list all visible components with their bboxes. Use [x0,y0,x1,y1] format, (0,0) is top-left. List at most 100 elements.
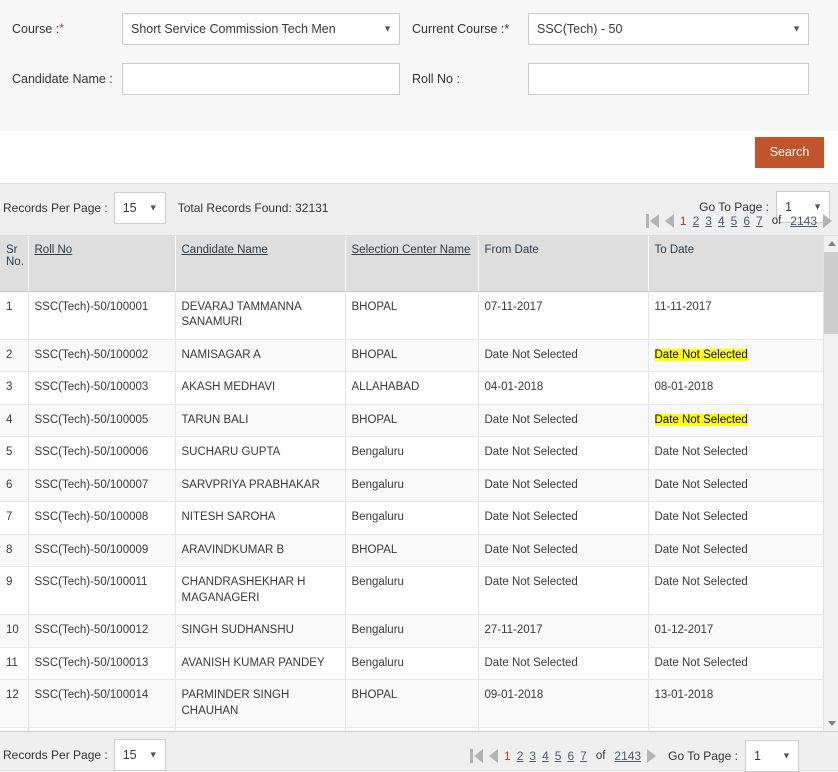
pagination-page-7-bottom[interactable]: 7 [580,749,587,763]
table-row: 9 SSC(Tech)-50/100011 CHANDRASHEKHAR H MAG… [0,566,824,616]
column-header-selection-center-name[interactable]: Selection Center Name [345,236,479,292]
results-table-body: 1 SSC(Tech)-50/100001 DEVARAJ TAMMANNA SAN… [0,291,824,731]
search-button-band: Search [0,131,838,183]
cell-sr-no: 9 [0,566,29,616]
scrollbar-thumb[interactable] [824,252,838,334]
course-required-marker: * [59,20,64,35]
course-label-text: Course : [12,21,60,36]
column-header-to-date: To Date [648,236,824,292]
column-header-roll-no[interactable]: Roll No [28,236,176,292]
cell-from-date: Date Not Selected [478,339,649,373]
scroll-up-arrow-icon[interactable] [824,236,838,251]
table-row: 3 SSC(Tech)-50/100003 AKASH MEDHAVI ALLAHAB… [0,371,824,405]
cell-candidate-name: SUCHARU GUPTA [175,436,346,470]
cell-sr-no: 8 [0,534,29,568]
column-header-roll-no-label[interactable]: Roll No [35,244,73,256]
cell-roll-no: SSC(Tech)-50/100008 [28,501,176,535]
records-per-page-select-bottom[interactable]: 15 [113,739,166,771]
cell-from-date: 04-01-2018 [478,371,649,405]
roll-no-label: Roll No : [400,72,528,86]
records-per-page-select-top[interactable]: 15 [113,192,166,224]
records-toolbar-top: Records Per Page : 15 ▼ Total Records Fo… [0,183,838,236]
table-row: 5 SSC(Tech)-50/100006 SUCHARU GUPTA Bengalu… [0,436,824,470]
pagination-total-pages-bottom[interactable]: 2143 [614,749,641,763]
table-vertical-scrollbar[interactable] [823,236,838,731]
cell-sr-no: 4 [0,404,29,438]
results-table-head: Sr No. Roll No Candidate Name Selection … [0,236,824,292]
table-row: 10 SSC(Tech)-50/100012 SINGH SUDHANSHU Beng… [0,614,824,648]
go-to-page-label-bottom: Go To Page : [668,749,738,763]
cell-candidate-name: NAMISAGAR A [175,339,346,373]
scroll-down-arrow-icon[interactable] [824,716,838,731]
table-row: 4 SSC(Tech)-50/100005 TARUN BALI BHOPAL Date… [0,404,824,438]
pagination-page-6-bottom[interactable]: 6 [567,749,574,763]
next-page-icon[interactable] [823,214,832,228]
cell-selection-center-name: Bengaluru [345,436,479,470]
pagination-page-5-top[interactable]: 5 [731,214,738,228]
go-to-page-select-bottom[interactable]: 1 [744,740,799,772]
search-button[interactable]: Search [755,137,824,168]
cell-to-date: Date Not Selected [648,469,824,503]
pagination-current-page-bottom[interactable]: 1 [504,749,511,763]
cell-from-date: 07-11-2017 [478,291,649,340]
roll-no-input[interactable] [528,62,809,95]
current-course-label: Current Course :* [400,22,528,36]
highlighted-value: Date Not Selected [654,413,748,426]
pagination-total-pages-top[interactable]: 2143 [790,214,817,228]
next-page-icon[interactable] [647,749,657,763]
records-toolbar-bottom: Records Per Page : 15 ▼ 1 2 3 4 5 6 7 of… [0,731,838,772]
cell-to-date: Date Not Selected [648,501,824,535]
column-header-from-date-label: From Date [484,244,539,256]
pagination-current-page-top[interactable]: 1 [680,214,687,228]
pagination-page-3-top[interactable]: 3 [705,214,712,228]
records-per-page-label-bottom: Records Per Page : [3,748,108,762]
pagination-page-3-bottom[interactable]: 3 [529,749,536,763]
roll-no-field-wrap [528,62,809,95]
cell-sr-no: 6 [0,469,29,503]
first-page-icon[interactable] [645,214,659,228]
pagination-page-2-bottom[interactable]: 2 [517,749,524,763]
cell-roll-no: SSC(Tech)-50/100009 [28,534,176,568]
current-course-label-text: Current Course : [412,21,505,36]
cell-roll-no: SSC(Tech)-50/100011 [28,566,176,616]
prev-page-icon[interactable] [664,214,674,228]
candidate-name-input[interactable] [122,62,400,95]
first-page-icon[interactable] [470,749,483,763]
records-per-page-label-top: Records Per Page : [3,201,108,215]
cell-from-date: Date Not Selected [478,647,649,681]
cell-from-date: 09-01-2018 [478,679,649,729]
cell-from-date: Date Not Selected [478,436,649,470]
pagination-page-2-top[interactable]: 2 [693,214,700,228]
column-header-selection-center-name-label[interactable]: Selection Center Name [352,244,471,256]
total-records-found-text: Total Records Found: 32131 [177,201,329,215]
cell-selection-center-name: BHOPAL [345,679,479,729]
pagination-page-4-bottom[interactable]: 4 [542,749,549,763]
cell-selection-center-name: ALLAHABAD [345,371,479,405]
cell-roll-no: SSC(Tech)-50/100003 [28,371,176,405]
cell-sr-no: 3 [0,371,29,405]
cell-candidate-name: SINGH SUDHANSHU [175,614,346,648]
table-row: 8 SSC(Tech)-50/100009 ARAVINDKUMAR B BHOPAL… [0,534,824,568]
column-header-candidate-name-label[interactable]: Candidate Name [182,244,268,256]
pagination-top: 1 2 3 4 5 6 7 of 2143 [645,214,832,228]
cell-roll-no: SSC(Tech)-50/100013 [28,647,176,681]
pagination-page-5-bottom[interactable]: 5 [555,749,562,763]
cell-candidate-name: SARVPRIYA PRABHAKAR [175,469,346,503]
course-select-holder: Short Service Commission Tech Men ▼ [122,12,400,45]
current-course-select[interactable]: SSC(Tech) - 50 [528,12,809,45]
cell-roll-no: SSC(Tech)-50/100001 [28,291,176,340]
prev-page-icon[interactable] [489,749,498,763]
pagination-page-7-top[interactable]: 7 [756,214,763,228]
pagination-page-4-top[interactable]: 4 [718,214,725,228]
column-header-to-date-label: To Date [654,244,695,256]
pagination-page-6-top[interactable]: 6 [743,214,750,228]
course-select[interactable]: Short Service Commission Tech Men [122,12,400,45]
roll-no-label-text: Roll No : [412,71,460,86]
cell-candidate-name: ARAVINDKUMAR B [175,534,346,568]
highlighted-value: Date Not Selected [654,348,748,361]
cell-sr-no: 7 [0,501,29,535]
records-per-page-group-bottom: Records Per Page : 15 ▼ [3,739,166,771]
cell-to-date: Date Not Selected [648,647,824,681]
cell-sr-no: 12 [0,679,29,729]
column-header-candidate-name[interactable]: Candidate Name [175,236,346,292]
